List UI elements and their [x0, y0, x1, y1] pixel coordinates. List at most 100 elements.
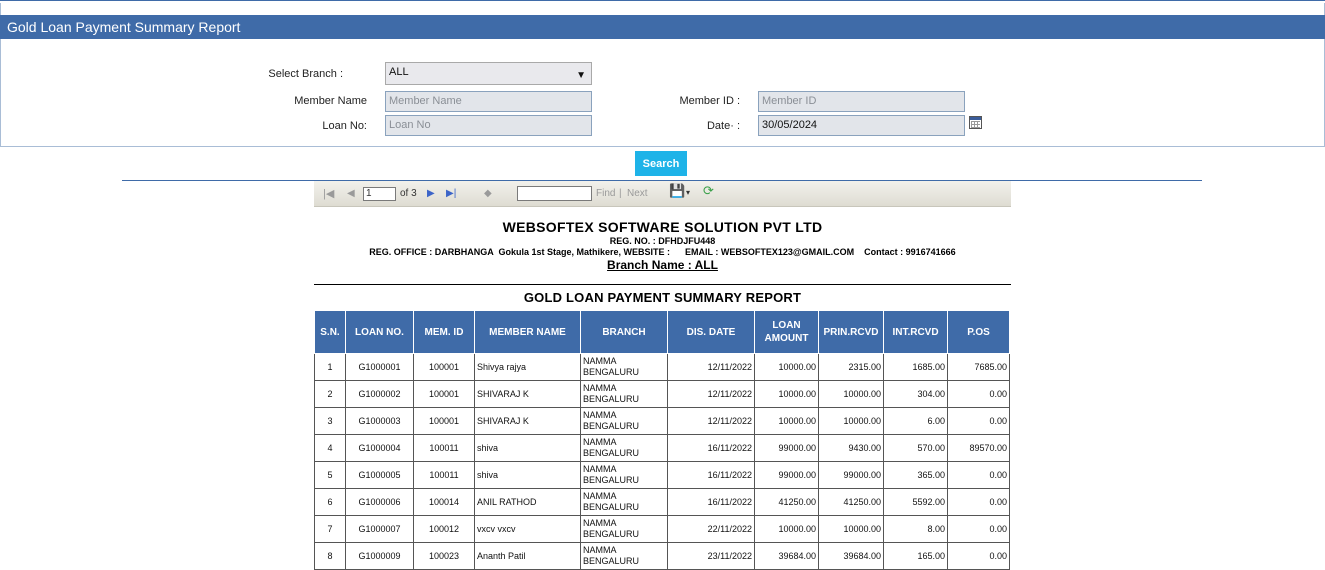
table-row: 3 G1000003 100001 SHIVARAJ K NAMMA BENGALURU…	[314, 407, 1010, 435]
report-divider	[314, 284, 1011, 285]
table-cell: 10000.00	[818, 380, 884, 408]
find-link[interactable]: Find	[596, 188, 615, 200]
column-header: MEM. ID	[413, 310, 475, 354]
table-cell: 2315.00	[818, 353, 884, 381]
report-page: WEBSOFTEX SOFTWARE SOLUTION PVT LTD REG.…	[314, 207, 1011, 570]
table-cell: 22/11/2022	[667, 515, 755, 543]
table-cell: 100014	[413, 488, 475, 516]
table-row: 4 G1000004 100011 shiva NAMMA BENGALURU 16/11…	[314, 434, 1010, 462]
table-cell: 39684.00	[818, 542, 884, 570]
table-cell: NAMMA BENGALURU	[580, 407, 668, 435]
table-cell: G1000006	[345, 488, 414, 516]
table-cell: 1685.00	[883, 353, 948, 381]
column-header: MEMBER NAME	[474, 310, 581, 354]
table-row: 1 G1000001 100001 Shivya rajya NAMMA BENGALU…	[314, 353, 1010, 381]
table-cell: 5	[314, 461, 346, 489]
table-cell: 100001	[413, 353, 475, 381]
table-cell: 16/11/2022	[667, 488, 755, 516]
column-header: S.N.	[314, 310, 346, 354]
table-cell: 10000.00	[754, 353, 819, 381]
table-cell: NAMMA BENGALURU	[580, 434, 668, 462]
next-page-icon[interactable]: ▶	[427, 188, 435, 200]
table-row: 2 G1000002 100001 SHIVARAJ K NAMMA BENGALURU…	[314, 380, 1010, 408]
next-link[interactable]: Next	[627, 188, 648, 200]
loan-summary-table: S.N. LOAN NO. MEM. ID MEMBER NAME BRANCH…	[314, 310, 1010, 570]
report-toolbar: |◀ ◀ 1 of 3 ▶ ▶| ◆ Find | Next 💾 ▾ ⟳	[314, 181, 1011, 207]
table-cell: 39684.00	[754, 542, 819, 570]
column-header: PRIN.RCVD	[818, 310, 884, 354]
table-cell: 41250.00	[818, 488, 884, 516]
table-cell: vxcv vxcv	[474, 515, 581, 543]
table-cell: 41250.00	[754, 488, 819, 516]
table-cell: 8.00	[883, 515, 948, 543]
export-icon[interactable]: 💾	[669, 184, 685, 197]
last-page-icon[interactable]: ▶|	[446, 188, 456, 200]
export-dropdown-icon[interactable]: ▾	[686, 187, 690, 199]
table-cell: shiva	[474, 461, 581, 489]
table-cell: 6.00	[883, 407, 948, 435]
table-cell: 10000.00	[754, 407, 819, 435]
table-cell: 100023	[413, 542, 475, 570]
search-button[interactable]: Search	[635, 151, 687, 176]
office-details: REG. OFFICE : DARBHANGA Gokula 1st Stage…	[369, 247, 956, 257]
prev-page-icon[interactable]: ◀	[347, 188, 355, 200]
refresh-icon[interactable]: ⟳	[703, 184, 714, 197]
table-cell: 0.00	[947, 542, 1010, 570]
table-row: 5 G1000005 100011 shiva NAMMA BENGALURU 16/11…	[314, 461, 1010, 489]
table-cell: 570.00	[883, 434, 948, 462]
column-header: BRANCH	[580, 310, 668, 354]
loan-no-label: Loan No:	[322, 120, 367, 132]
member-name-label: Member Name	[294, 95, 367, 107]
find-input[interactable]	[517, 186, 592, 201]
chevron-down-icon: ▼	[576, 70, 586, 81]
table-cell: Ananth Patil	[474, 542, 581, 570]
table-cell: shiva	[474, 434, 581, 462]
page-title: Gold Loan Payment Summary Report	[0, 15, 1325, 39]
date-label: Date· :	[706, 120, 740, 132]
page-number-input[interactable]: 1	[363, 187, 396, 201]
table-cell: SHIVARAJ K	[474, 380, 581, 408]
toolbar-separator: |	[619, 188, 622, 199]
calendar-icon[interactable]	[969, 116, 982, 129]
table-cell: 100011	[413, 461, 475, 489]
report-title: GOLD LOAN PAYMENT SUMMARY REPORT	[523, 290, 802, 305]
table-cell: NAMMA BENGALURU	[580, 542, 668, 570]
table-cell: 1	[314, 353, 346, 381]
table-cell: 8	[314, 542, 346, 570]
table-cell: SHIVARAJ K	[474, 407, 581, 435]
page-count: of 3	[400, 188, 417, 199]
table-cell: 7	[314, 515, 346, 543]
table-cell: 89570.00	[947, 434, 1010, 462]
table-cell: 12/11/2022	[667, 407, 755, 435]
table-cell: 10000.00	[754, 515, 819, 543]
table-cell: 2	[314, 380, 346, 408]
branch-select[interactable]: ALL ▼	[385, 62, 592, 85]
table-cell: 10000.00	[754, 380, 819, 408]
table-cell: NAMMA BENGALURU	[580, 488, 668, 516]
member-name-input[interactable]: Member Name	[385, 91, 592, 112]
table-cell: G1000004	[345, 434, 414, 462]
table-cell: 365.00	[883, 461, 948, 489]
date-input[interactable]: 30/05/2024	[758, 115, 965, 136]
back-icon[interactable]: ◆	[484, 188, 492, 200]
table-cell: 10000.00	[818, 515, 884, 543]
table-row: 8 G1000009 100023 Ananth Patil NAMMA BENGALU…	[314, 542, 1010, 570]
member-id-input[interactable]: Member ID	[758, 91, 965, 112]
table-cell: Shivya rajya	[474, 353, 581, 381]
table-cell: 100001	[413, 407, 475, 435]
branch-name: Branch Name : ALL	[607, 258, 718, 272]
table-cell: 99000.00	[754, 461, 819, 489]
table-cell: 0.00	[947, 461, 1010, 489]
table-cell: 100012	[413, 515, 475, 543]
table-cell: G1000009	[345, 542, 414, 570]
table-cell: 0.00	[947, 488, 1010, 516]
table-cell: 99000.00	[754, 434, 819, 462]
loan-no-input[interactable]: Loan No	[385, 115, 592, 136]
first-page-icon[interactable]: |◀	[323, 188, 334, 200]
table-header-row: S.N. LOAN NO. MEM. ID MEMBER NAME BRANCH…	[314, 310, 1010, 354]
column-header: P.OS	[947, 310, 1010, 354]
company-name: WEBSOFTEX SOFTWARE SOLUTION PVT LTD	[502, 219, 823, 235]
table-cell: NAMMA BENGALURU	[580, 353, 668, 381]
table-cell: NAMMA BENGALURU	[580, 380, 668, 408]
column-header: LOAN NO.	[345, 310, 414, 354]
